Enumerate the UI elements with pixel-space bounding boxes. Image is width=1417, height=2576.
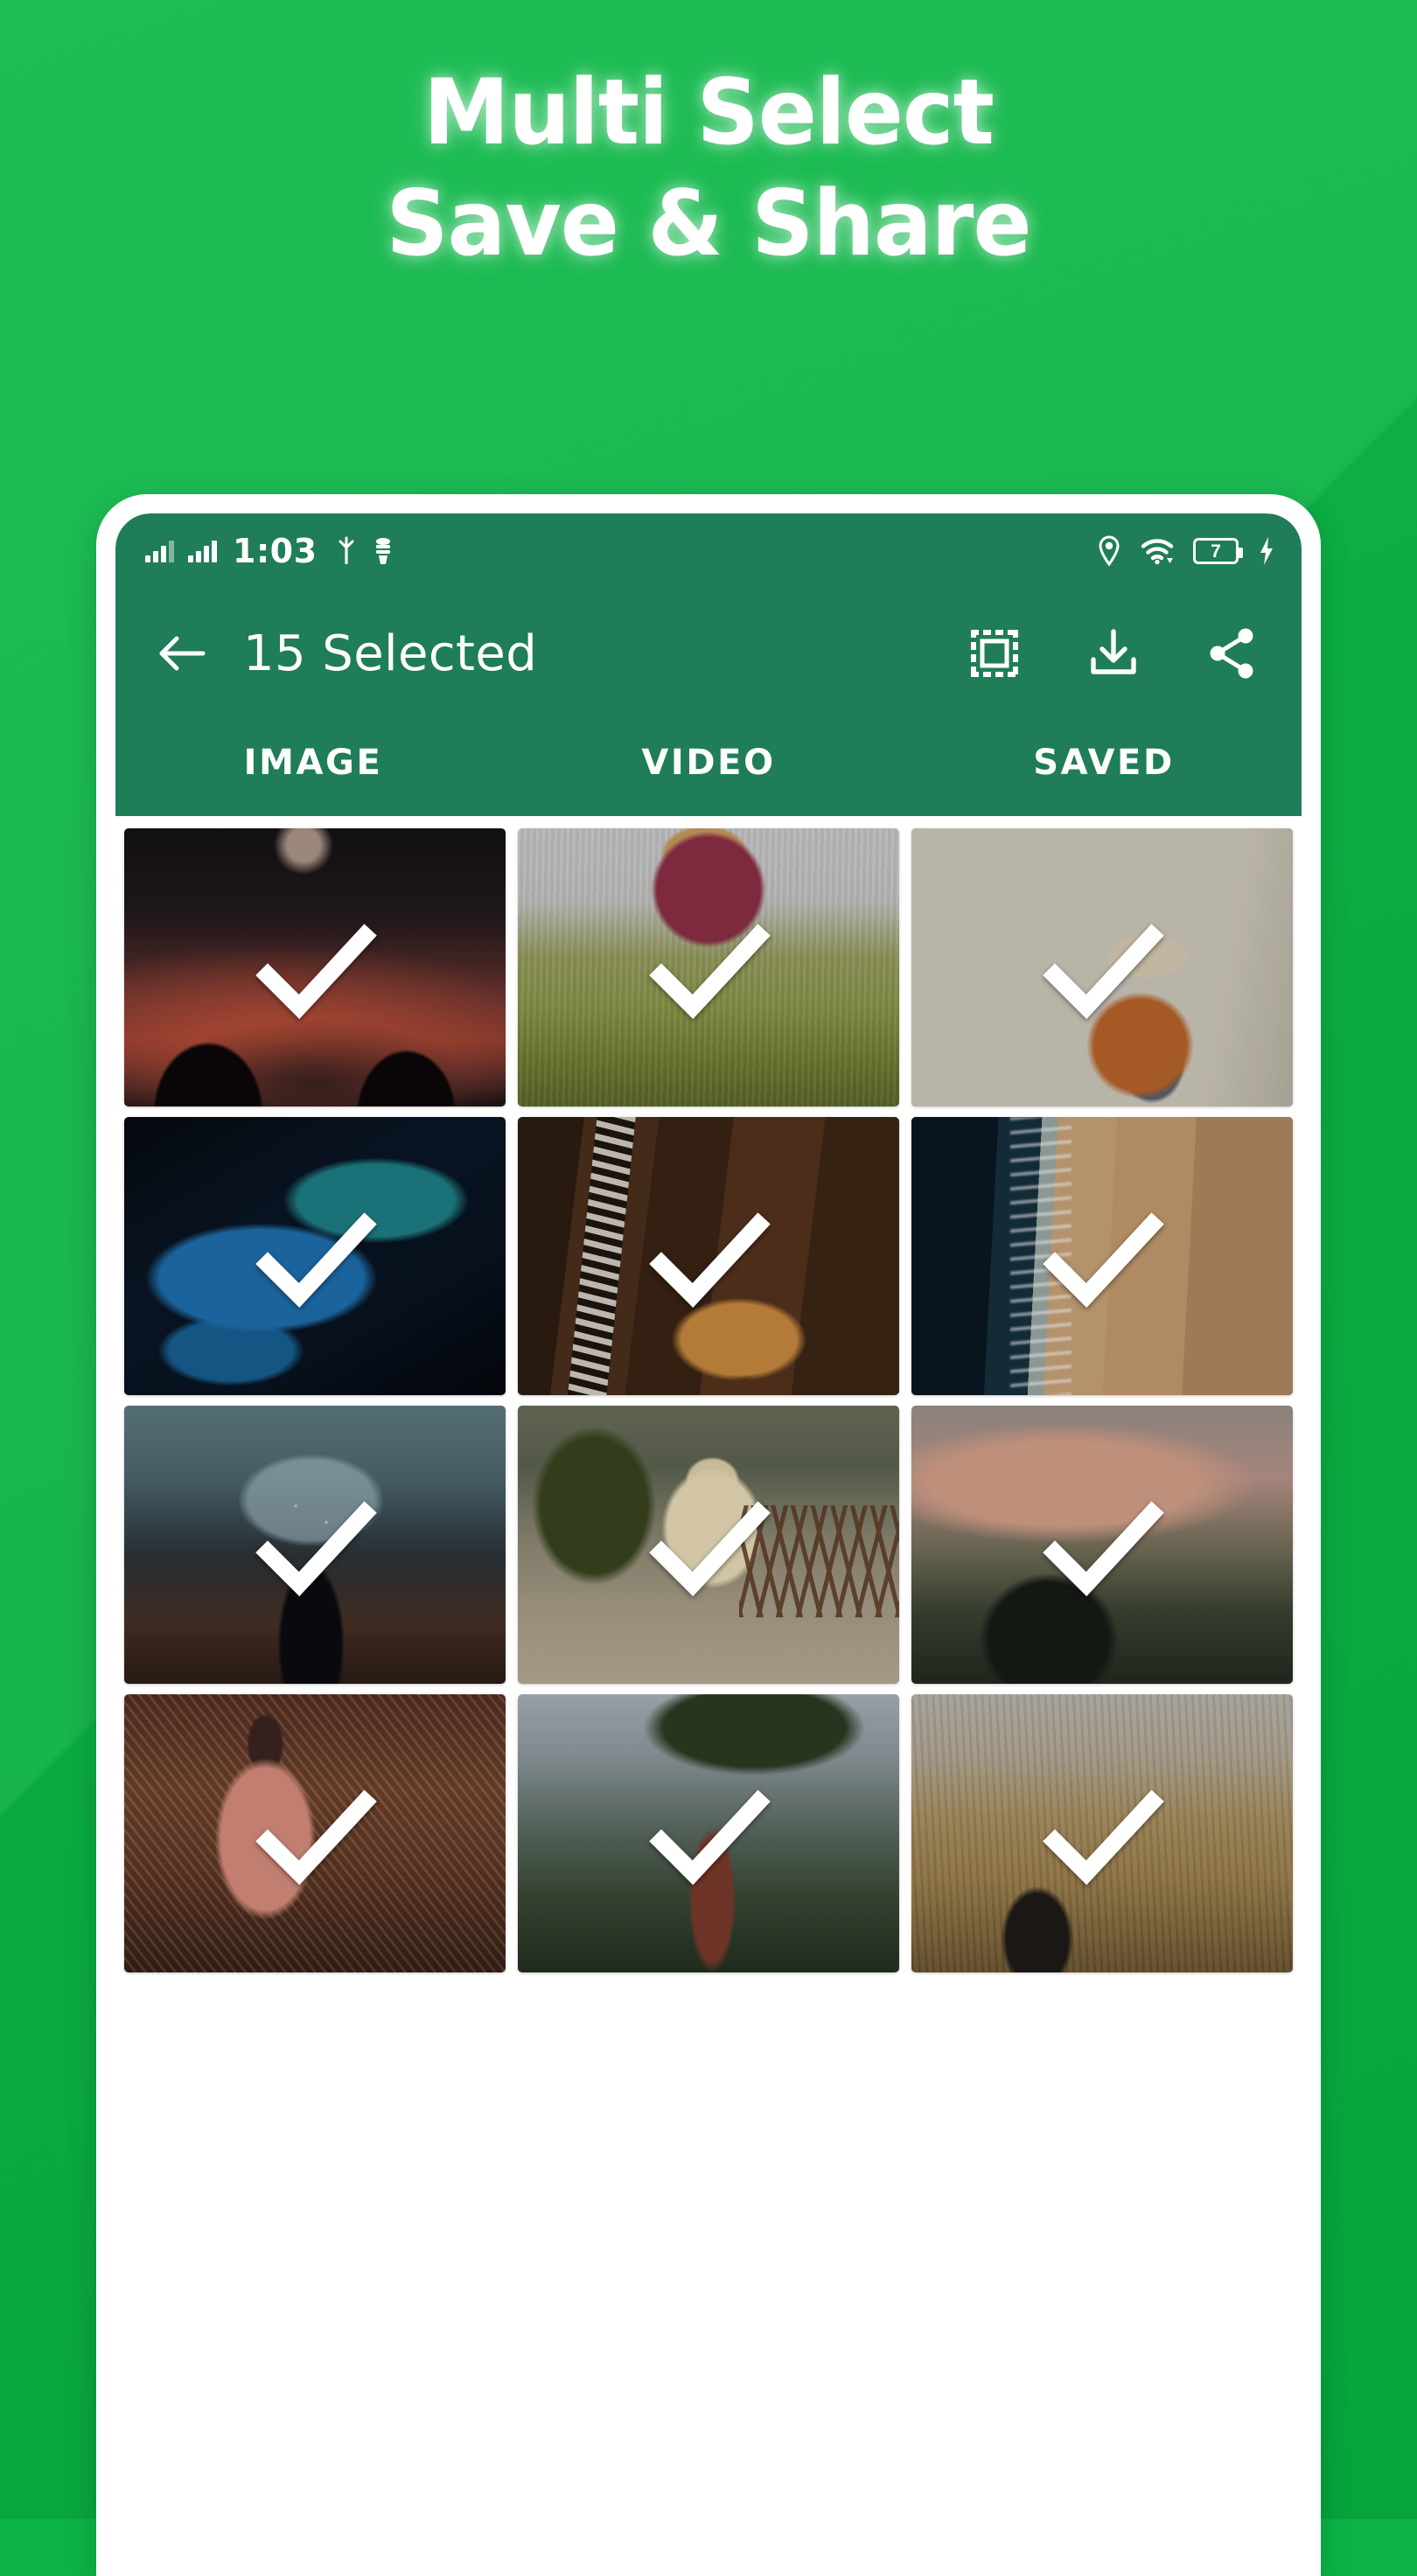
grid-item[interactable] — [911, 1406, 1293, 1684]
wifi-icon — [1141, 537, 1174, 565]
tab-bar: IMAGE VIDEO SAVED — [115, 718, 1302, 827]
grid-item[interactable] — [911, 828, 1293, 1106]
tab-video[interactable]: VIDEO — [511, 718, 906, 816]
selection-tint — [911, 1117, 1293, 1395]
battery-icon: 7 — [1193, 538, 1243, 564]
grid-item[interactable] — [124, 1117, 506, 1395]
promo-headline: Multi Select Save & Share — [0, 68, 1417, 269]
selection-tint — [911, 1406, 1293, 1684]
grid-item[interactable] — [518, 1117, 899, 1395]
selection-tint — [518, 1694, 899, 1972]
tab-saved[interactable]: SAVED — [906, 718, 1302, 816]
grid-item[interactable] — [124, 1694, 506, 1972]
location-pin-icon — [1097, 534, 1121, 568]
download-button[interactable] — [1081, 621, 1146, 686]
back-arrow-icon — [159, 636, 206, 671]
signal-icon — [145, 540, 174, 562]
app-bar-actions — [962, 621, 1265, 686]
selection-tint — [124, 1406, 506, 1684]
share-icon — [1210, 628, 1253, 679]
download-icon — [1091, 629, 1136, 674]
selection-tint — [124, 1694, 506, 1972]
grid-item[interactable] — [518, 828, 899, 1106]
selection-tint — [911, 1694, 1293, 1972]
selection-tint — [518, 1406, 899, 1684]
status-bar: 1:03 7 — [115, 513, 1302, 589]
grid-item[interactable] — [911, 1694, 1293, 1972]
selection-tint — [518, 828, 899, 1106]
grid-item[interactable] — [124, 1406, 506, 1684]
headline-line-1: Multi Select — [423, 60, 995, 165]
selection-tint — [911, 828, 1293, 1106]
selection-tint — [518, 1117, 899, 1395]
grid-item[interactable] — [124, 828, 506, 1106]
charging-bolt-icon — [1258, 536, 1275, 566]
select-all-icon — [971, 630, 1018, 677]
grid-item[interactable] — [911, 1117, 1293, 1395]
grid-item[interactable] — [518, 1694, 899, 1972]
status-bar-right: 7 — [1097, 534, 1275, 568]
sdcard-icon — [372, 536, 394, 566]
photo-grid — [115, 816, 1302, 1972]
app-bar: 15 Selected — [115, 589, 1302, 718]
status-bar-left: 1:03 — [145, 532, 394, 570]
grid-item[interactable] — [518, 1406, 899, 1684]
status-bar-time: 1:03 — [233, 532, 318, 570]
selection-tint — [124, 1117, 506, 1395]
tab-image[interactable]: IMAGE — [115, 718, 511, 816]
back-button[interactable] — [145, 617, 219, 690]
page-title: 15 Selected — [243, 625, 538, 682]
selection-tint — [124, 828, 506, 1106]
battery-level: 7 — [1211, 541, 1221, 562]
signal-icon — [188, 540, 217, 562]
select-all-button[interactable] — [962, 621, 1027, 686]
share-button[interactable] — [1200, 621, 1265, 686]
headline-line-2: Save & Share — [386, 171, 1031, 276]
phone-frame: 1:03 7 15 Selected IMAGE VIDEO SAVED — [96, 494, 1321, 2576]
usb-icon — [335, 536, 358, 566]
phone-screen: 1:03 7 15 Selected IMAGE VIDEO SAVED — [115, 513, 1302, 2576]
